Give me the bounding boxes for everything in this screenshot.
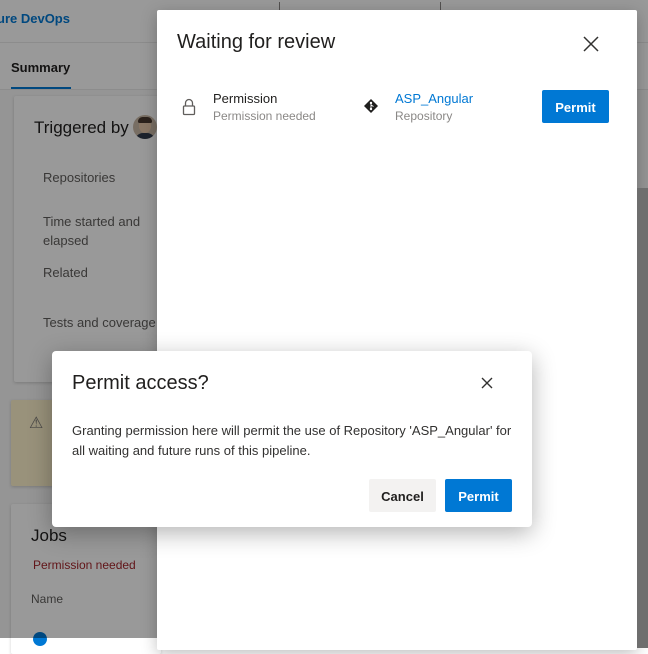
repository-type: Repository — [395, 109, 453, 123]
repository-link[interactable]: ASP_Angular — [395, 91, 473, 106]
dialog-title: Permit access? — [72, 372, 209, 394]
dialog-message: Granting permission here will permit the… — [72, 423, 512, 458]
permission-subtitle: Permission needed — [213, 109, 316, 123]
permit-access-dialog: Permit access? Granting permission here … — [52, 351, 532, 527]
permit-button[interactable]: Permit — [445, 479, 512, 512]
git-repo-icon — [364, 99, 378, 113]
close-icon[interactable] — [477, 373, 497, 393]
lock-icon — [182, 98, 196, 116]
review-panel: Waiting for review Permission Permission… — [157, 10, 648, 650]
panel-permit-button[interactable]: Permit — [542, 90, 609, 123]
scrollbar[interactable] — [637, 188, 648, 648]
panel-title: Waiting for review — [177, 31, 336, 53]
permission-title: Permission — [213, 91, 278, 106]
close-icon[interactable] — [579, 32, 603, 56]
cancel-button[interactable]: Cancel — [369, 479, 436, 512]
